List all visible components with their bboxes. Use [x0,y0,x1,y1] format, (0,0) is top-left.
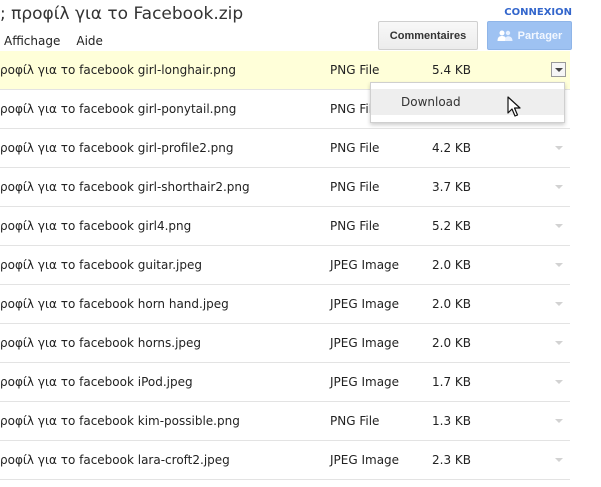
file-row[interactable]: ροφίλ για το facebook horn hand.jpeg JPE… [0,285,570,324]
file-name: ροφίλ για το facebook iPod.jpeg [0,375,193,389]
row-menu-button[interactable] [551,62,566,77]
row-menu-button[interactable] [551,218,566,233]
file-row[interactable]: ροφίλ για το facebook horns.jpeg JPEG Im… [0,324,570,363]
share-label: Partager [517,29,563,42]
file-name: ροφίλ για το facebook girl-longhair.png [0,63,236,77]
file-size: 1.7 KB [432,375,471,389]
row-menu-button[interactable] [551,335,566,350]
file-name: ροφίλ για το facebook guitar.jpeg [0,258,202,272]
file-size: 4.2 KB [432,141,471,155]
chevron-down-icon [554,340,563,345]
mouse-pointer-icon [507,96,521,117]
file-row[interactable]: ροφίλ για το facebook girl4.png PNG File… [0,207,570,246]
chevron-down-icon [554,418,563,423]
menu-aide[interactable]: Aide [76,34,103,48]
file-type: PNG File [330,414,380,428]
file-row[interactable]: ροφίλ για το facebook girl-shorthair2.pn… [0,168,570,207]
file-row[interactable]: ροφίλ για το facebook lara-croft2.jpeg J… [0,441,570,480]
file-type: PNG File [330,180,380,194]
chevron-down-icon [554,379,563,384]
chevron-down-icon [554,184,563,189]
file-type: JPEG Image [330,453,400,467]
file-size: 2.0 KB [432,297,471,311]
row-menu-button[interactable] [551,140,566,155]
row-menu-button[interactable] [551,179,566,194]
file-size: 2.3 KB [432,453,471,467]
file-type: PNG File [330,219,380,233]
row-context-menu: Download [370,82,565,123]
file-size: 2.0 KB [432,336,471,350]
download-menu-item[interactable]: Download [371,89,564,115]
file-name: ροφίλ για το facebook horns.jpeg [0,336,202,350]
file-name: ροφίλ για το facebook girl-ponytail.png [0,102,237,116]
row-menu-button[interactable] [551,374,566,389]
file-type: JPEG Image [330,375,400,389]
menu-bar: Affichage Aide [4,34,103,48]
row-menu-button[interactable] [551,452,566,467]
file-name: ροφίλ για το facebook girl-profile2.png [0,141,234,155]
comments-button[interactable]: Commentaires [378,21,478,50]
file-type: JPEG Image [330,336,400,350]
share-button[interactable]: Partager [487,21,572,50]
file-row[interactable]: ροφίλ για το facebook guitar.jpeg JPEG I… [0,246,570,285]
file-name: ροφίλ για το facebook girl4.png [0,219,192,233]
file-row[interactable]: ροφίλ για το facebook kim-possible.png P… [0,402,570,441]
chevron-down-icon [554,223,563,228]
connexion-link[interactable]: CONNEXION [504,7,572,18]
file-row[interactable]: ροφίλ για το facebook iPod.jpeg JPEG Ima… [0,363,570,402]
file-name: ροφίλ για το facebook kim-possible.png [0,414,240,428]
row-menu-button[interactable] [551,296,566,311]
file-type: JPEG Image [330,258,400,272]
file-name: ροφίλ για το facebook lara-croft2.jpeg [0,453,230,467]
people-icon [497,30,513,41]
row-menu-button[interactable] [551,257,566,272]
chevron-down-icon [554,145,563,150]
file-size: 2.0 KB [432,258,471,272]
file-type: PNG File [330,141,380,155]
chevron-down-icon [554,301,563,306]
page-title: ; προφίλ για το Facebook.zip [0,4,244,24]
file-row[interactable]: ροφίλ για το facebook girl-profile2.png … [0,129,570,168]
chevron-down-icon [554,457,563,462]
file-size: 1.3 KB [432,414,471,428]
row-menu-button[interactable] [551,413,566,428]
chevron-down-icon [554,67,563,72]
file-name: ροφίλ για το facebook girl-shorthair2.pn… [0,180,250,194]
file-type: JPEG Image [330,297,400,311]
chevron-down-icon [554,262,563,267]
file-name: ροφίλ για το facebook horn hand.jpeg [0,297,229,311]
menu-affichage[interactable]: Affichage [4,34,60,48]
file-size: 3.7 KB [432,180,471,194]
file-size: 5.2 KB [432,219,471,233]
